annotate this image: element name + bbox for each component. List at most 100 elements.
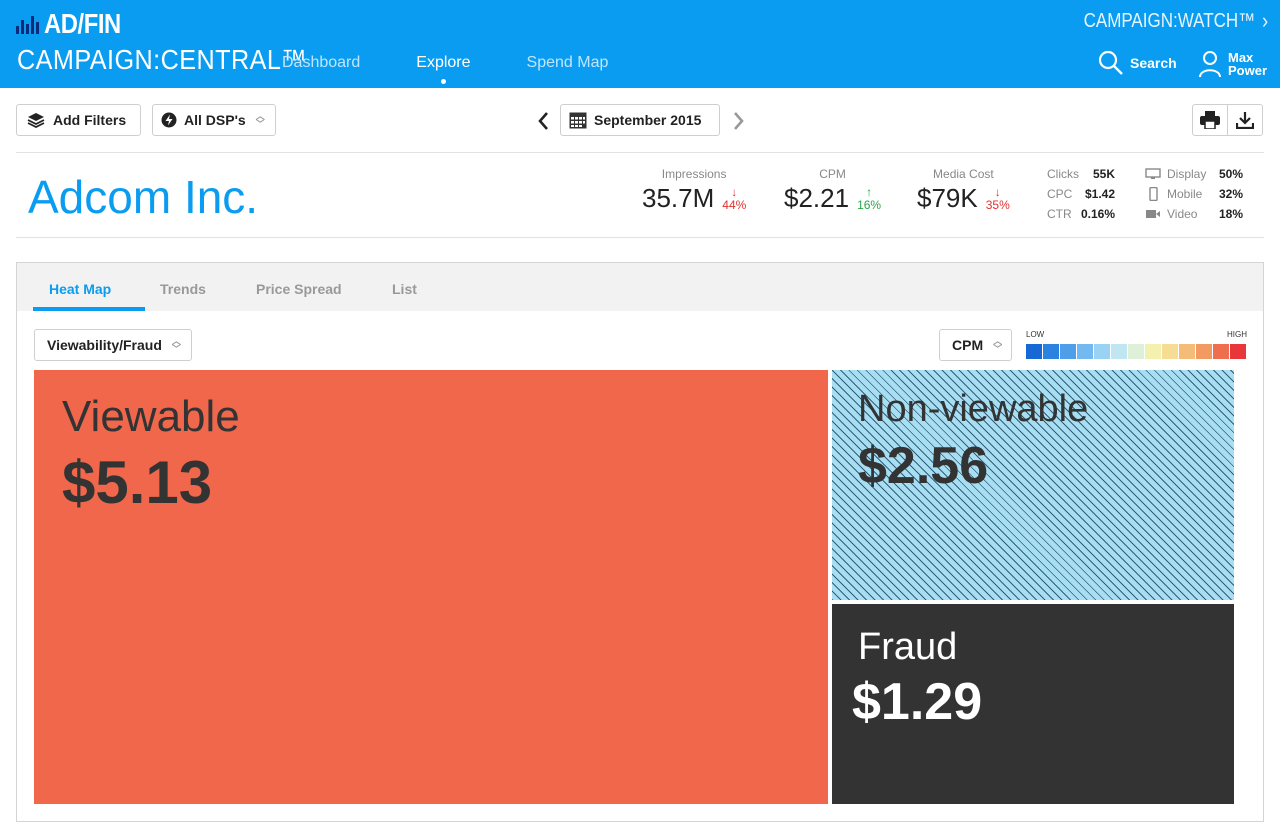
tile-value: $2.56 <box>858 437 989 495</box>
updown-icon: ︿ ﹀ <box>255 111 265 129</box>
device-row: Display 50% <box>1145 164 1243 184</box>
chevron-right-icon: › <box>1261 8 1268 33</box>
tab-heat-map[interactable]: Heat Map <box>49 281 111 297</box>
video-icon <box>1146 210 1160 218</box>
legend-swatch <box>1111 344 1127 359</box>
metric-label: Clicks <box>1047 167 1079 181</box>
panel-tabs: Heat Map Trends Price Spread List <box>17 263 1263 311</box>
next-month-button[interactable] <box>728 110 748 132</box>
add-filters-button[interactable]: Add Filters <box>16 104 141 136</box>
divider <box>16 237 1264 238</box>
legend-swatch <box>1043 344 1059 359</box>
legend-swatch <box>1077 344 1093 359</box>
stat-label: Impressions <box>661 167 727 181</box>
legend-swatch <box>1230 344 1246 359</box>
lightning-icon <box>161 112 177 128</box>
tile-value: $5.13 <box>62 449 213 516</box>
device-label: Display <box>1167 167 1207 181</box>
user-last-name: Power <box>1228 63 1268 78</box>
tile-name: Non-viewable <box>858 388 1089 430</box>
search-button[interactable]: Search <box>1098 50 1177 76</box>
metric-select-value: CPM <box>952 337 984 353</box>
updown-icon: ︿ ﹀ <box>171 336 181 354</box>
download-icon <box>1236 112 1254 129</box>
adfin-logo[interactable]: AD/FIN <box>16 8 134 40</box>
stat-value: $2.21 <box>784 183 850 213</box>
download-button[interactable] <box>1227 104 1263 136</box>
stat-value: $79K <box>917 183 978 213</box>
cpm-stat: CPM $2.21 ↑ 16% <box>784 167 881 214</box>
stat-value: 35.7M <box>642 183 715 213</box>
active-tab-indicator <box>33 307 145 311</box>
updown-icon: ︿ ﹀ <box>993 336 1003 354</box>
nav-explore[interactable]: Explore <box>416 54 471 84</box>
metric-select[interactable]: CPM ︿ ﹀ <box>939 329 1012 361</box>
metric-label: CPC <box>1047 187 1073 201</box>
month-picker[interactable]: September 2015 <box>560 104 720 136</box>
device-value: 32% <box>1218 187 1243 201</box>
tab-list[interactable]: List <box>392 281 417 297</box>
mobile-icon <box>1149 187 1158 201</box>
media-cost-stat: Media Cost $79K ↓ 35% <box>917 167 1010 214</box>
legend-swatch <box>1213 344 1229 359</box>
color-scale-legend <box>1026 344 1246 359</box>
device-value: 50% <box>1218 167 1243 181</box>
tab-trends[interactable]: Trends <box>160 281 206 297</box>
layers-icon <box>27 113 45 128</box>
metric-row: CTR 0.16% <box>1047 204 1115 224</box>
company-name: Adcom Inc. <box>28 171 259 223</box>
device-row: Video 18% <box>1145 204 1243 224</box>
change-indicator: ↑ 16% <box>857 186 881 212</box>
stat-change: 44% <box>722 198 747 212</box>
device-value: 18% <box>1218 207 1243 221</box>
stat-label: CPM <box>819 167 846 181</box>
product-name: CAMPAIGN:CENTRAL™ <box>17 44 308 75</box>
nav-dashboard[interactable]: Dashboard <box>282 54 360 72</box>
stat-label: Media Cost <box>933 167 994 181</box>
device-row: Mobile 32% <box>1145 184 1243 204</box>
change-indicator: ↓ 35% <box>986 186 1010 212</box>
divider <box>16 152 1264 153</box>
device-label: Video <box>1167 207 1198 221</box>
tab-price-spread[interactable]: Price Spread <box>256 281 342 297</box>
tile-name: Viewable <box>62 392 240 441</box>
legend-swatch <box>1145 344 1161 359</box>
print-button[interactable] <box>1192 104 1228 136</box>
legend-swatch <box>1179 344 1195 359</box>
device-breakdown: Display 50% Mobile 32% Video 18% <box>1145 164 1243 224</box>
month-picker-value: September 2015 <box>594 112 702 128</box>
metric-value: $1.42 <box>1084 187 1115 201</box>
user-menu[interactable]: Max Power <box>1198 50 1267 78</box>
dsp-select[interactable]: All DSP's ︿ ﹀ <box>152 104 276 136</box>
search-icon <box>1098 50 1123 75</box>
campaign-watch-label: CAMPAIGN:WATCH™ <box>1083 9 1255 32</box>
legend-swatch <box>1128 344 1144 359</box>
dsp-select-value: All DSP's <box>184 112 246 128</box>
logo-text: AD/FIN <box>44 8 121 39</box>
tile-value: $1.29 <box>852 673 983 731</box>
legend-swatch <box>1026 344 1042 359</box>
legend-high-label: HIGH <box>1227 330 1247 339</box>
chevron-right-icon <box>734 112 744 130</box>
nav-spend-map[interactable]: Spend Map <box>527 54 609 72</box>
stat-change: 35% <box>985 198 1010 212</box>
metrics-list: Clicks 55K CPC $1.42 CTR 0.16% <box>1047 164 1115 224</box>
dimension-select[interactable]: Viewability/Fraud ︿ ﹀ <box>34 329 192 361</box>
heatmap-tile-non-viewable[interactable]: Non-viewable $2.56 <box>832 370 1234 600</box>
prev-month-button[interactable] <box>534 110 554 132</box>
metric-value: 0.16% <box>1080 207 1115 221</box>
heatmap-tile-fraud[interactable]: Fraud $1.29 <box>832 604 1234 804</box>
change-indicator: ↓ 44% <box>722 186 746 212</box>
heatmap-tile-viewable[interactable]: Viewable $5.13 <box>34 370 828 804</box>
calendar-icon <box>569 112 587 128</box>
tile-name: Fraud <box>858 626 958 668</box>
stat-change: 16% <box>857 198 882 212</box>
legend-swatch <box>1162 344 1178 359</box>
campaign-watch-link[interactable]: CAMPAIGN:WATCH™ › <box>1083 8 1268 34</box>
top-header: AD/FIN CAMPAIGN:CENTRAL™ Dashboard Explo… <box>0 0 1280 88</box>
metric-row: CPC $1.42 <box>1047 184 1115 204</box>
add-filters-label: Add Filters <box>53 112 127 128</box>
logo-bars-icon <box>16 14 39 34</box>
legend-swatch <box>1060 344 1076 359</box>
main-nav: Dashboard Explore Spend Map <box>282 54 664 84</box>
